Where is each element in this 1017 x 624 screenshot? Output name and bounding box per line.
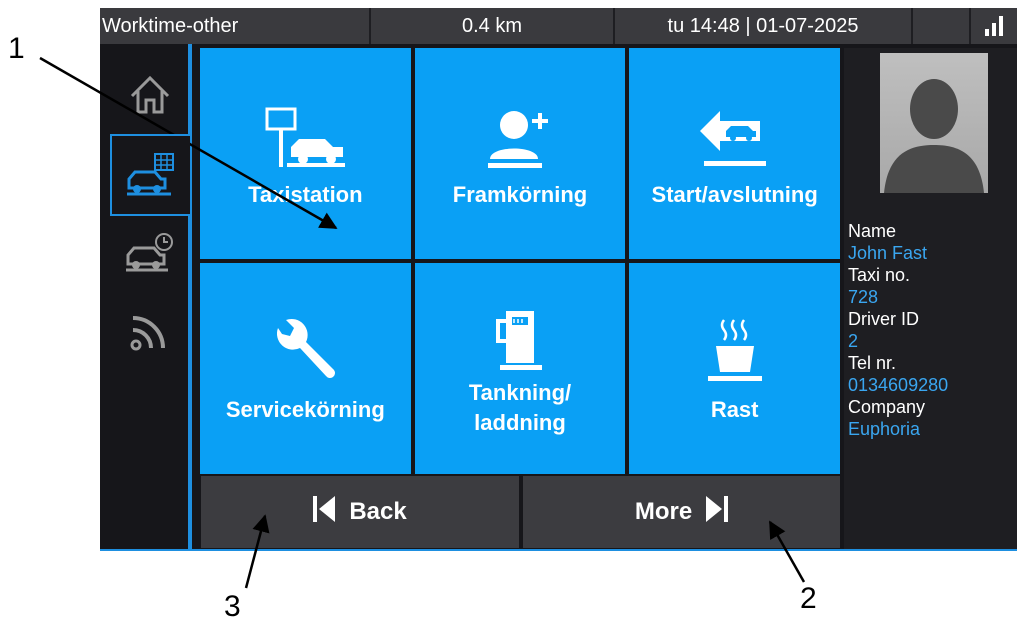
callout-1: 1	[8, 32, 25, 65]
driver-id: 2	[848, 331, 859, 351]
coffee-cup-icon	[704, 314, 766, 384]
car-clock-icon[interactable]	[112, 214, 188, 292]
tile-label-line1: Tankning/	[468, 379, 572, 405]
driver-avatar	[880, 53, 988, 193]
tile-start-avslutning[interactable]: Start/avslutning	[629, 48, 840, 259]
tel-number: 0134609280	[848, 375, 949, 395]
signal-arc-icon[interactable]	[112, 292, 188, 370]
skip-forward-icon	[706, 495, 729, 529]
add-person-icon	[484, 99, 556, 169]
callout-2: 2	[800, 582, 817, 615]
back-label: Back	[349, 498, 407, 525]
driver-id-label: Driver ID	[848, 309, 919, 329]
tile-label: Taxistation	[248, 181, 363, 207]
tile-tankning-laddning[interactable]: Tankning/ laddning	[414, 263, 626, 474]
signal-strength-icon	[971, 8, 1017, 44]
wrench-icon	[270, 314, 340, 384]
callout-3: 3	[224, 590, 241, 623]
taxi-meter-icon[interactable]	[110, 134, 190, 216]
name-label: Name	[848, 221, 897, 241]
back-button[interactable]: Back	[201, 476, 519, 548]
more-label: More	[634, 498, 693, 525]
datetime-readout: tu 14:48 | 01-07-2025	[615, 8, 913, 44]
tel-label: Tel nr.	[848, 353, 897, 373]
company-label: Company	[848, 397, 926, 417]
company-name: Euphoria	[848, 419, 921, 439]
action-tiles: Taxistation Framkörning Start/avslutning…	[200, 48, 840, 474]
driver-panel: Name John Fast Taxi no. 728 Driver ID 2 …	[844, 48, 1017, 551]
tile-label: Servicekörning	[225, 396, 385, 422]
tile-servicekorning[interactable]: Servicekörning	[200, 263, 411, 474]
skip-back-icon	[313, 495, 336, 529]
work-status: Worktime-other	[100, 8, 371, 44]
tile-label-line2: laddning	[474, 409, 566, 435]
screen-bottom-line	[100, 549, 1017, 551]
taxi-terminal-screen: Worktime-other 0.4 km tu 14:48 | 01-07-2…	[100, 8, 1017, 551]
tile-label: Framkörning	[452, 181, 588, 207]
status-spacer	[913, 8, 971, 44]
driver-info: Name John Fast Taxi no. 728 Driver ID 2 …	[848, 220, 948, 440]
fuel-pump-icon	[488, 301, 552, 371]
tile-label: Rast	[710, 396, 759, 422]
more-button[interactable]: More	[523, 476, 840, 548]
taxi-no: 728	[848, 287, 879, 307]
taxi-station-icon	[263, 99, 347, 169]
car-arrow-icon	[696, 99, 774, 169]
nav-divider	[188, 44, 192, 551]
taxi-no-label: Taxi no.	[848, 265, 911, 285]
driver-name: John Fast	[848, 243, 928, 263]
status-bar: Worktime-other 0.4 km tu 14:48 | 01-07-2…	[100, 8, 1017, 44]
tile-taxistation[interactable]: Taxistation	[200, 48, 411, 259]
home-icon[interactable]	[112, 56, 188, 134]
tile-rast[interactable]: Rast	[629, 263, 840, 474]
distance-readout: 0.4 km	[371, 8, 615, 44]
tile-label: Start/avslutning	[651, 181, 818, 207]
tile-framkorning[interactable]: Framkörning	[414, 48, 626, 259]
